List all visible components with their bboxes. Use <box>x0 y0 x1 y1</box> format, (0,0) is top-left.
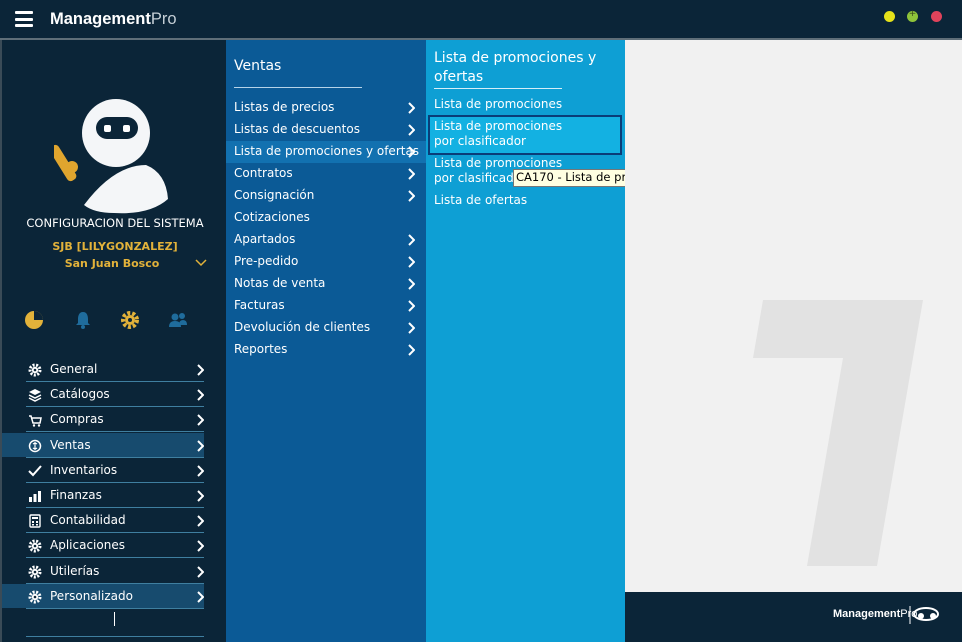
divider <box>434 88 562 89</box>
system-title: CONFIGURACION DEL SISTEMA <box>26 216 204 230</box>
chevron-right-icon <box>408 146 415 158</box>
nav-item-finanzas[interactable]: Finanzas <box>26 484 204 508</box>
gear-icon <box>28 590 42 604</box>
menu-item[interactable]: Lista de promociones y ofertas <box>226 141 426 163</box>
chevron-right-icon <box>408 190 415 202</box>
main-navigation: General Catálogos Compras Ventas Inventa… <box>2 358 204 610</box>
chevron-right-icon <box>197 515 204 527</box>
nav-item-personalizado[interactable]: Personalizado <box>2 583 204 609</box>
logo-mark-icon <box>909 606 939 624</box>
gear-icon <box>28 565 42 578</box>
close-button[interactable] <box>931 11 942 22</box>
calculator-icon <box>29 514 41 528</box>
dashboard-icon[interactable] <box>24 310 44 330</box>
robot-mascot-icon <box>54 99 168 214</box>
bar-chart-icon <box>29 490 41 502</box>
nav-item-catalogos[interactable]: Catálogos <box>26 383 204 408</box>
menu-item-promociones-clasificador[interactable]: Lista de promociones por clasificador <box>434 119 584 149</box>
menu-item[interactable]: Apartados <box>226 229 426 251</box>
menu-item-label: Pre-pedido <box>234 254 299 268</box>
menu-item-label: Apartados <box>234 232 296 246</box>
divider <box>26 636 204 637</box>
scroll-indicator[interactable] <box>114 612 115 626</box>
users-icon[interactable] <box>168 310 188 330</box>
footer-logo: ManagementPro <box>833 608 918 620</box>
chevron-right-icon <box>408 168 415 180</box>
menu-item[interactable]: Facturas <box>226 295 426 317</box>
menu-item-label: Contratos <box>234 166 293 180</box>
chevron-right-icon <box>197 389 204 401</box>
menu-item-lista-promociones[interactable]: Lista de promociones <box>434 97 618 112</box>
footer: ManagementPro <box>625 592 962 642</box>
menu-item-label: Lista de promociones y ofertas <box>234 144 420 158</box>
sidebar: CONFIGURACION DEL SISTEMA SJB [LILYGONZA… <box>0 40 226 642</box>
maximize-button[interactable]: + <box>907 9 918 22</box>
nav-item-general[interactable]: General <box>26 358 204 382</box>
chevron-right-icon <box>408 102 415 114</box>
chevron-right-icon <box>408 278 415 290</box>
menu-item[interactable]: Devolución de clientes <box>226 317 426 339</box>
hamburger-menu-icon[interactable] <box>15 11 33 27</box>
submenu-title: Ventas <box>234 58 282 74</box>
cart-icon <box>29 415 42 428</box>
chevron-right-icon <box>197 490 204 502</box>
sales-icon <box>28 439 42 452</box>
menu-item[interactable]: Reportes <box>226 339 426 361</box>
user-name: SJB [LILYGONZALEZ] <box>52 240 178 253</box>
chevron-right-icon <box>197 439 204 452</box>
chevron-right-icon <box>408 234 415 246</box>
chevron-right-icon <box>197 465 204 477</box>
menu-item-label: Cotizaciones <box>234 210 310 224</box>
chevron-down-icon[interactable] <box>195 257 207 269</box>
chevron-right-icon <box>197 590 204 603</box>
menu-item-label: Listas de precios <box>234 100 335 114</box>
layers-icon <box>28 389 42 403</box>
nav-item-contabilidad[interactable]: Contabilidad <box>26 509 204 534</box>
chevron-right-icon <box>197 414 204 427</box>
chevron-right-icon <box>408 256 415 268</box>
menu-item-label: Notas de venta <box>234 276 326 290</box>
chevron-right-icon <box>197 565 204 578</box>
minimize-button[interactable] <box>884 11 895 22</box>
organization-name: San Juan Bosco <box>64 257 160 270</box>
check-icon <box>28 465 42 477</box>
promociones-submenu: Lista de promociones y ofertas Lista de … <box>426 40 625 642</box>
nav-item-compras[interactable]: Compras <box>26 408 204 433</box>
chevron-right-icon <box>197 540 204 553</box>
chevron-right-icon <box>408 300 415 312</box>
divider <box>234 87 362 88</box>
menu-item-label: Devolución de clientes <box>234 320 371 334</box>
seven-watermark-icon <box>753 300 923 566</box>
menu-item-label: Facturas <box>234 298 285 312</box>
gear-icon <box>28 363 42 377</box>
chevron-right-icon <box>408 124 415 136</box>
main-content <box>625 40 962 592</box>
menu-item[interactable]: Notas de venta <box>226 273 426 295</box>
chevron-right-icon <box>408 344 415 356</box>
plus-icon: + <box>908 9 917 19</box>
title-bar: ManagementPro + <box>0 0 962 38</box>
menu-item[interactable]: Listas de precios <box>226 97 426 119</box>
gear-icon <box>28 539 42 553</box>
submenu-title: Lista de promociones y ofertas <box>434 50 597 85</box>
chevron-right-icon <box>408 322 415 334</box>
menu-item-label: Listas de descuentos <box>234 122 360 136</box>
menu-item[interactable]: Cotizaciones <box>226 207 426 229</box>
nav-item-ventas[interactable]: Ventas <box>2 432 204 458</box>
menu-item[interactable]: Contratos <box>226 163 426 185</box>
nav-item-inventarios[interactable]: Inventarios <box>26 459 204 483</box>
ventas-submenu: Ventas Listas de precios Listas de descue… <box>226 40 426 642</box>
chevron-right-icon <box>197 364 204 376</box>
menu-item[interactable]: Consignación <box>226 185 426 207</box>
menu-item-lista-ofertas[interactable]: Lista de ofertas <box>434 193 618 208</box>
bell-icon[interactable] <box>73 310 93 330</box>
nav-item-utilerias[interactable]: Utilerías <box>26 560 204 584</box>
app-logo: ManagementPro <box>50 10 177 28</box>
nav-item-aplicaciones[interactable]: Aplicaciones <box>26 534 204 559</box>
gear-icon[interactable] <box>120 310 140 330</box>
menu-item-label: Consignación <box>234 188 315 202</box>
menu-item-label: Reportes <box>234 342 288 356</box>
menu-item[interactable]: Pre-pedido <box>226 251 426 273</box>
menu-item[interactable]: Listas de descuentos <box>226 119 426 141</box>
